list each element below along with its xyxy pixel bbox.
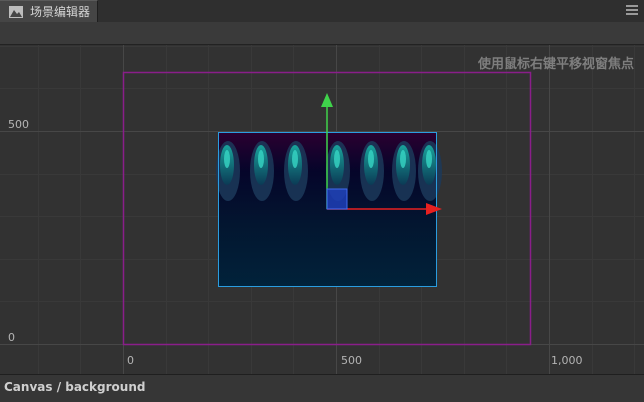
scene-viewport[interactable]: 使用鼠标右键平移视窗焦点 500 0 0 500 1,000	[0, 45, 644, 374]
y-axis-arrow[interactable]	[321, 93, 333, 107]
status-bar: Canvas / background	[0, 374, 644, 402]
node-path: Canvas / background	[4, 380, 146, 394]
gizmo-center-handle[interactable]	[326, 188, 348, 210]
scene-toolbar	[0, 22, 644, 45]
pillar-shine	[400, 150, 406, 168]
pillar-shine	[368, 150, 374, 168]
x-axis-label-0: 0	[127, 354, 134, 367]
pillar-shine	[334, 150, 340, 168]
tab-scene-editor[interactable]: 场景编辑器	[0, 0, 98, 22]
tab-bar: 场景编辑器	[0, 0, 644, 23]
x-axis-label-1000: 1,000	[551, 354, 583, 367]
pillar-shine	[224, 150, 230, 168]
y-axis-label-500: 500	[8, 118, 29, 131]
pillar-shine	[292, 150, 298, 168]
y-axis-label-0: 0	[8, 331, 15, 344]
pillar-shine	[258, 150, 264, 168]
pillar-shine	[426, 150, 432, 168]
scene-canvas[interactable]	[0, 45, 644, 374]
viewport-hint: 使用鼠标右键平移视窗焦点	[477, 57, 634, 72]
x-axis-label-500: 500	[341, 354, 362, 367]
tab-label: 场景编辑器	[30, 5, 91, 19]
menu-icon[interactable]	[626, 5, 638, 15]
scene-icon	[9, 6, 23, 18]
